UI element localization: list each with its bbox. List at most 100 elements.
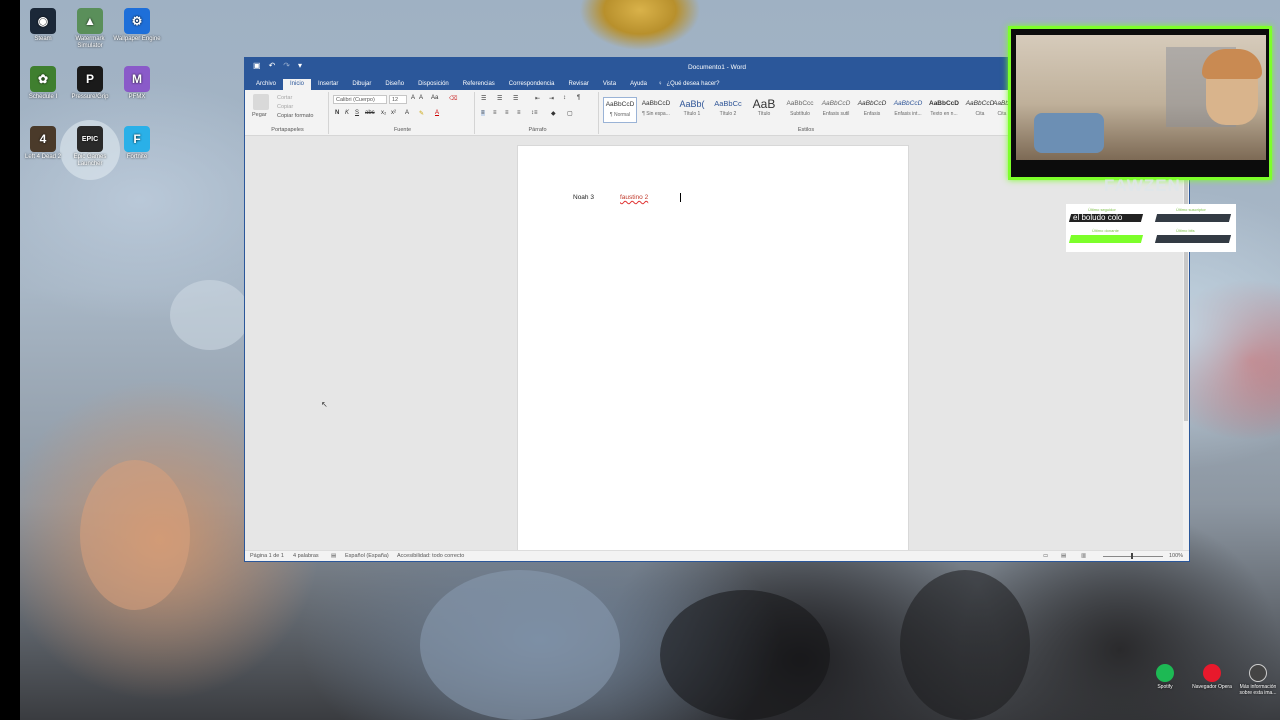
document-page[interactable]: Noah 3 faustino 2 (517, 145, 909, 553)
spotify-shortcut[interactable]: Spotify (1145, 664, 1185, 690)
save-icon[interactable]: ▣ (253, 61, 261, 70)
highlight-icon[interactable]: ✎ (419, 110, 424, 117)
desktop-icon-pressure[interactable]: P Pressure/Grip (64, 66, 116, 101)
style-strong[interactable]: AaBbCcD Texto en n... (927, 97, 961, 123)
tab-disposicion[interactable]: Disposición (411, 79, 456, 90)
style-title[interactable]: AaB Título (747, 97, 781, 123)
focus-mode-icon[interactable]: ▭ (1043, 553, 1048, 559)
doc-text-word1[interactable]: Noah 3 (573, 194, 594, 201)
numbering-icon[interactable]: ☰ (497, 95, 502, 102)
strikethrough-icon[interactable]: abc (365, 110, 375, 116)
watermark-icon: ▲ (77, 8, 103, 34)
multilevel-icon[interactable]: ☰ (513, 95, 518, 102)
tab-diseno[interactable]: Diseño (378, 79, 411, 90)
subscript-icon[interactable]: x₂ (381, 110, 386, 116)
italic-icon[interactable]: K (345, 110, 349, 116)
shrink-font-icon[interactable]: A (419, 95, 423, 101)
font-size-select[interactable]: 12 (389, 95, 407, 104)
style-subtle-emphasis[interactable]: AaBbCcD Énfasis sutil (819, 97, 853, 123)
grow-font-icon[interactable]: A (411, 95, 415, 101)
format-painter-button[interactable]: Copiar formato (277, 113, 313, 119)
align-left-icon[interactable]: ≡ (481, 110, 485, 116)
mouse-pointer-icon: ↖ (321, 400, 328, 409)
sort-icon[interactable]: ↕ (563, 95, 566, 101)
text-effects-icon[interactable]: A (405, 110, 409, 116)
pilcrow-icon[interactable]: ¶ (577, 95, 580, 101)
borders-icon[interactable]: ▢ (567, 110, 573, 117)
font-name-select[interactable]: Calibri (Cuerpo) (333, 95, 387, 104)
desktop-icon-wallpaper-engine[interactable]: ⚙ Wallpaper Engine (111, 8, 163, 43)
style-name: Texto en n... (930, 111, 958, 117)
align-center-icon[interactable]: ≡ (493, 110, 497, 116)
word-count[interactable]: 4 palabras (293, 553, 319, 559)
desktop-icon-pfmx[interactable]: M PFMX (111, 66, 163, 101)
bullets-icon[interactable]: ☰ (481, 95, 486, 102)
style-quote[interactable]: AaBbCcD Cita (963, 97, 997, 123)
style-subtitle[interactable]: AaBbCcc Subtítulo (783, 97, 817, 123)
tab-referencias[interactable]: Referencias (456, 79, 502, 90)
tell-me-search[interactable]: ♀ ¿Qué desea hacer? (654, 79, 724, 90)
scrollbar-thumb[interactable] (1184, 141, 1188, 421)
tab-ayuda[interactable]: Ayuda (623, 79, 654, 90)
more-info-shortcut[interactable]: Más información sobre esta ima... (1236, 664, 1280, 696)
justify-icon[interactable]: ≡ (517, 110, 521, 116)
style-preview: AaBbCcD (929, 100, 959, 107)
tab-insertar[interactable]: Insertar (311, 79, 345, 90)
undo-icon[interactable]: ↶ (269, 61, 276, 70)
web-layout-icon[interactable]: ▥ (1081, 553, 1086, 559)
style-heading-1[interactable]: AaBb( Título 1 (675, 97, 709, 123)
zoom-slider[interactable] (1103, 556, 1163, 557)
customize-qa-icon[interactable]: ▾ (298, 61, 302, 70)
underline-icon[interactable]: S (355, 110, 359, 116)
clipboard-label: Portapapeles (271, 127, 304, 133)
language[interactable]: Español (España) (345, 553, 389, 559)
bold-icon[interactable]: N (335, 110, 339, 116)
schedule-icon: ✿ (30, 66, 56, 92)
desktop-icon-epic-games[interactable]: EPIC Epic Games Launcher (64, 126, 116, 168)
style-emphasis[interactable]: AaBbCcD Énfasis (855, 97, 889, 123)
copy-button[interactable]: Copiar (277, 104, 293, 110)
superscript-icon[interactable]: x² (391, 110, 396, 116)
tab-correspondencia[interactable]: Correspondencia (502, 79, 562, 90)
desktop-icon-l4d2[interactable]: 4 Left 4 Dead 2 (17, 126, 69, 161)
document-area[interactable]: Noah 3 faustino 2 ↖ (245, 137, 1189, 553)
paste-button[interactable]: Pegar (252, 112, 267, 118)
shading-icon[interactable]: ◆ (551, 110, 556, 117)
doc-text-word2[interactable]: faustino 2 (620, 194, 648, 201)
zoom-level[interactable]: 100% (1169, 553, 1183, 559)
line-spacing-icon[interactable]: ↕≡ (531, 110, 538, 116)
style-name: ¶ Normal (609, 112, 631, 118)
desktop-icon-schedule[interactable]: ✿ Schedule I (17, 66, 69, 101)
desktop-icon-label: Pressure/Grip (71, 94, 109, 100)
decrease-indent-icon[interactable]: ⇤ (535, 95, 540, 102)
vertical-scrollbar[interactable] (1183, 137, 1189, 550)
cut-button[interactable]: Cortar (277, 95, 292, 101)
align-right-icon[interactable]: ≡ (505, 110, 509, 116)
proofing-icon[interactable]: ▤ (331, 553, 336, 559)
accessibility-status[interactable]: Accesibilidad: todo correcto (397, 553, 464, 559)
font-color-icon[interactable]: A (435, 110, 439, 116)
desktop-icon-watermark[interactable]: ▲ Watermark Simulator (64, 8, 116, 50)
increase-indent-icon[interactable]: ⇥ (549, 95, 554, 102)
clear-format-icon[interactable]: ⌫ (449, 95, 457, 102)
print-layout-icon[interactable]: ▤ (1061, 553, 1066, 559)
window-title: Documento1 - Word (687, 63, 747, 71)
style-intense-emphasis[interactable]: AaBbCcD Énfasis int... (891, 97, 925, 123)
tab-archivo[interactable]: Archivo (249, 79, 283, 90)
tab-inicio[interactable]: Inicio (283, 79, 312, 90)
desktop-icon-steam[interactable]: ◉ Steam (17, 8, 69, 43)
redo-icon[interactable]: ↷ (283, 61, 290, 70)
change-case-icon[interactable]: Aa (431, 95, 438, 101)
style-no-spacing[interactable]: AaBbCcD ¶ Sin espa... (639, 97, 673, 123)
page-count[interactable]: Página 1 de 1 (250, 553, 284, 559)
tab-vista[interactable]: Vista (596, 79, 623, 90)
style-heading-2[interactable]: AaBbCc Título 2 (711, 97, 745, 123)
paste-icon[interactable] (253, 94, 269, 110)
tab-revisar[interactable]: Revisar (561, 79, 595, 90)
l4d2-icon: 4 (30, 126, 56, 152)
style-normal[interactable]: AaBbCcD ¶ Normal (603, 97, 637, 123)
opera-shortcut[interactable]: Navegador Opera (1192, 664, 1232, 690)
tab-dibujar[interactable]: Dibujar (345, 79, 378, 90)
desktop-icon-fortnite[interactable]: F Fortnite (111, 126, 163, 161)
zoom-slider-thumb[interactable] (1131, 553, 1133, 559)
